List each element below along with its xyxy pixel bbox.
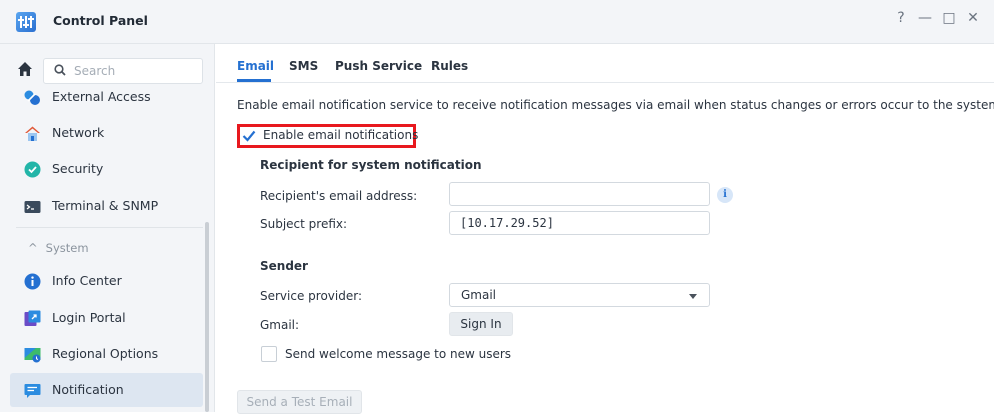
chevron-up-icon: ^: [28, 241, 38, 255]
tab-divider: [216, 82, 994, 83]
title-bar: Control Panel ? — □ ✕: [0, 0, 994, 44]
sidebar-divider: [16, 227, 203, 228]
recipient-email-field[interactable]: [449, 182, 710, 206]
close-button[interactable]: ✕: [963, 10, 983, 26]
recipient-email-label: Recipient's email address:: [260, 189, 418, 203]
subject-prefix-field[interactable]: [449, 211, 710, 235]
service-provider-label: Service provider:: [260, 289, 362, 303]
sidebar-group-label: System: [45, 241, 89, 255]
enable-email-notifications-label[interactable]: Enable email notifications: [263, 128, 418, 142]
sidebar-item-info-center[interactable]: Info Center: [10, 264, 203, 298]
tab-email[interactable]: Email: [237, 59, 274, 73]
login-portal-icon: [24, 310, 41, 326]
info-icon[interactable]: i: [717, 187, 733, 203]
send-test-email-button[interactable]: Send a Test Email: [237, 390, 362, 414]
sidebar-item-label: Terminal & SNMP: [52, 198, 159, 213]
network-icon: [25, 126, 40, 141]
sidebar-item-terminal-snmp[interactable]: Terminal & SNMP: [10, 189, 203, 223]
notification-icon: [24, 384, 41, 398]
sidebar-item-network[interactable]: Network: [10, 116, 203, 150]
service-provider-value: Gmail: [461, 288, 497, 302]
sidebar-item-security[interactable]: Security: [10, 152, 203, 186]
sidebar-item-label: Regional Options: [52, 346, 159, 361]
sidebar-item-external-access[interactable]: External Access: [10, 80, 203, 114]
info-center-icon: [24, 273, 41, 290]
sidebar: External Access Network Security Termi: [0, 44, 215, 412]
tab-sms[interactable]: SMS: [289, 59, 318, 73]
control-panel-window: Control Panel ? — □ ✕ External Access: [0, 0, 994, 414]
window-title: Control Panel: [53, 13, 148, 28]
sidebar-item-login-portal[interactable]: Login Portal: [10, 301, 203, 335]
sidebar-item-label: Info Center: [52, 273, 122, 288]
external-access-icon: [24, 90, 40, 105]
sender-section-title: Sender: [260, 259, 308, 273]
main-panel: Email SMS Push Service Rules Enable emai…: [216, 44, 994, 414]
sidebar-item-label: External Access: [52, 89, 151, 104]
welcome-message-checkbox[interactable]: [261, 346, 277, 362]
security-icon: [24, 161, 41, 178]
sidebar-item-label: Notification: [52, 382, 124, 397]
subject-prefix-label: Subject prefix:: [260, 217, 348, 231]
sidebar-item-label: Login Portal: [52, 310, 126, 325]
sign-in-button[interactable]: Sign In: [449, 312, 513, 336]
search-input[interactable]: [74, 62, 194, 80]
minimize-button[interactable]: —: [915, 10, 935, 26]
recipient-section-title: Recipient for system notification: [260, 158, 482, 172]
search-icon: [54, 64, 66, 76]
checkmark-icon[interactable]: [242, 129, 256, 143]
control-panel-app-icon: [16, 12, 36, 32]
sidebar-item-regional-options[interactable]: Regional Options: [10, 337, 203, 371]
chevron-down-icon: [689, 294, 697, 299]
tab-rules[interactable]: Rules: [431, 59, 468, 73]
home-icon[interactable]: [15, 59, 35, 79]
welcome-message-label[interactable]: Send welcome message to new users: [285, 347, 511, 361]
sidebar-group-system[interactable]: ^ System: [28, 241, 89, 255]
sidebar-scrollbar[interactable]: [205, 222, 209, 412]
tab-push-service[interactable]: Push Service: [335, 59, 422, 73]
terminal-icon: [24, 201, 41, 213]
gmail-label: Gmail:: [260, 318, 300, 332]
enable-email-notifications-highlight[interactable]: Enable email notifications: [237, 124, 418, 148]
email-description: Enable email notification service to rec…: [237, 98, 994, 112]
help-button[interactable]: ?: [891, 10, 911, 26]
sidebar-item-notification[interactable]: Notification: [10, 373, 203, 407]
maximize-button[interactable]: □: [939, 10, 959, 26]
service-provider-select[interactable]: Gmail: [449, 283, 710, 307]
sidebar-item-label: Network: [52, 125, 105, 140]
regional-options-icon: [24, 348, 41, 363]
sidebar-item-label: Security: [52, 161, 104, 176]
